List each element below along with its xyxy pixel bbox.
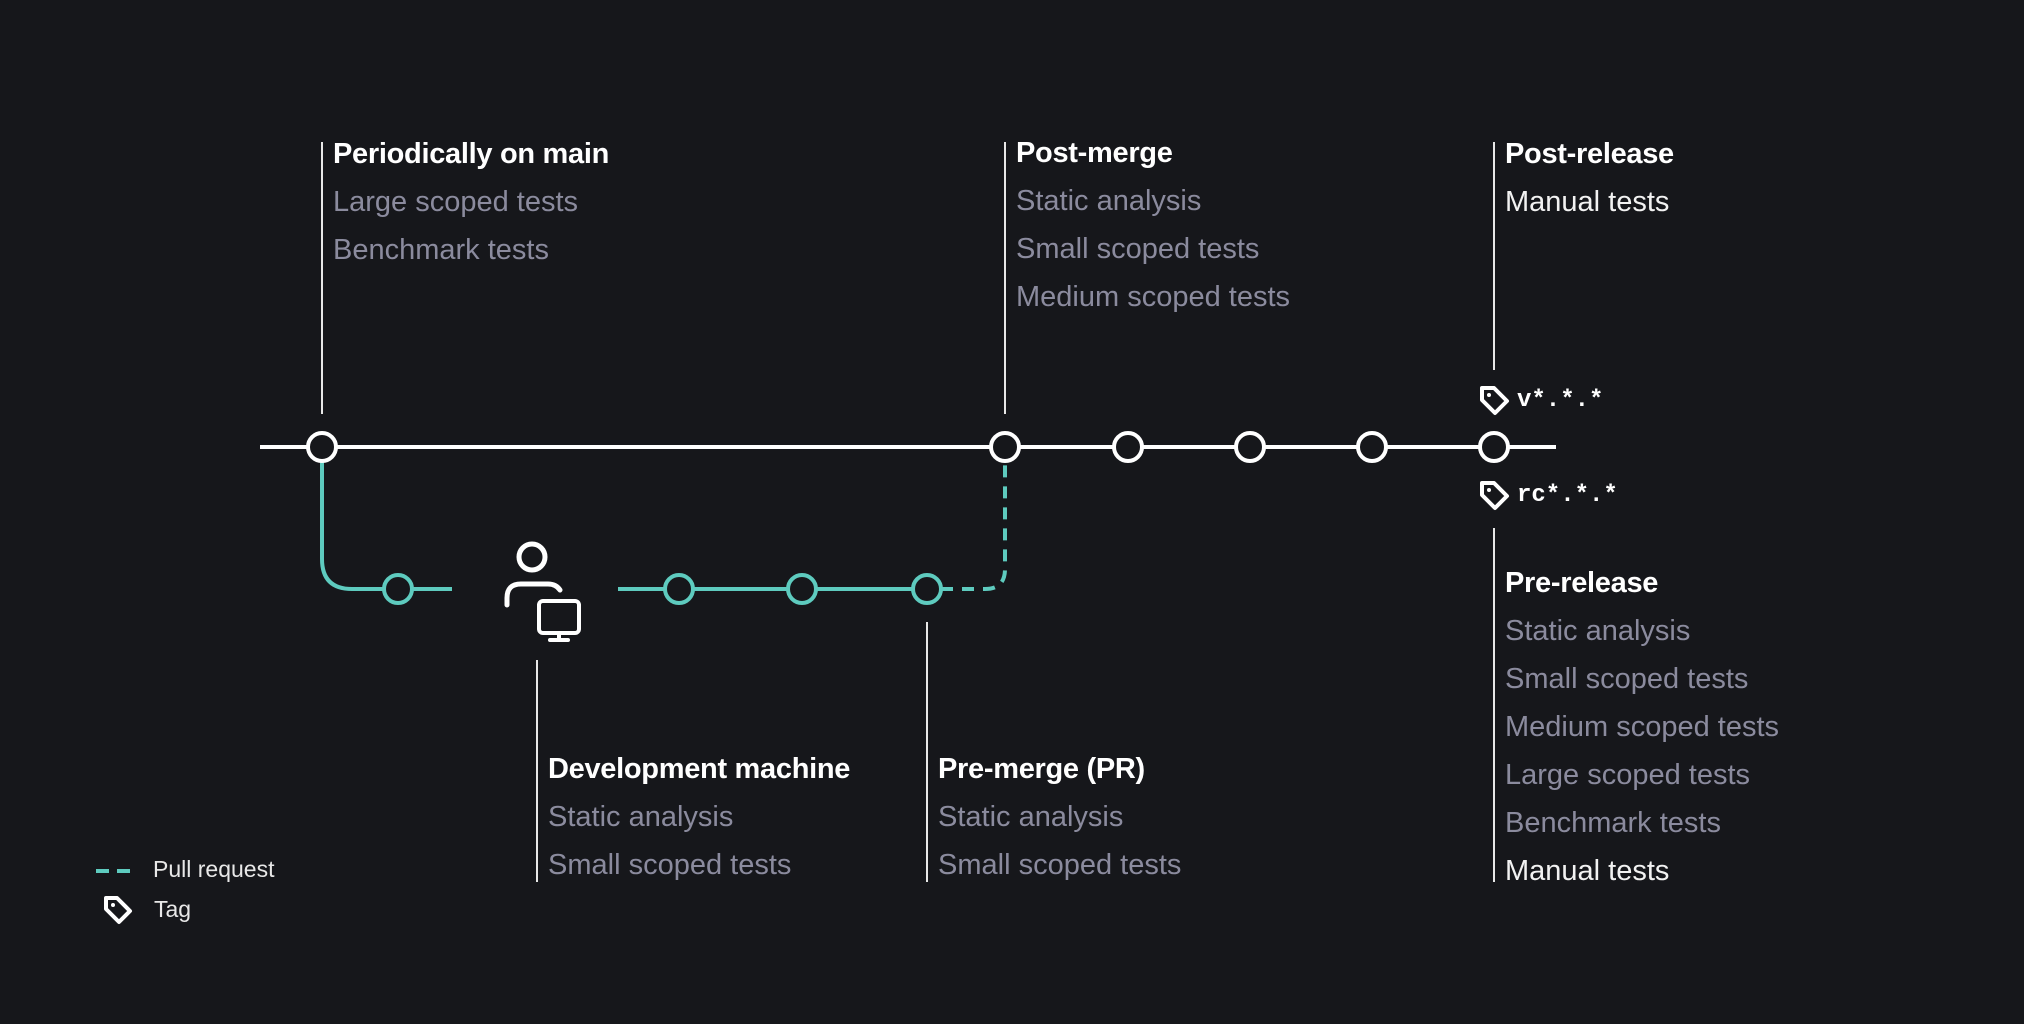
stage-development-machine: Development machine Static analysis Smal… xyxy=(548,745,850,889)
tag-label-release: v*.*.* xyxy=(1517,387,1604,414)
legend-pull-request-label: Pull request xyxy=(153,856,275,882)
test-item: Small scoped tests xyxy=(548,849,792,881)
commit-node-main xyxy=(306,431,338,463)
test-item: Benchmark tests xyxy=(1505,807,1721,839)
test-item: Large scoped tests xyxy=(333,186,579,218)
test-item: Small scoped tests xyxy=(938,849,1182,881)
test-item: Benchmark tests xyxy=(333,234,549,266)
stage-title: Pre-release xyxy=(1505,567,1659,599)
stage-pre-release: Pre-release Static analysis Small scoped… xyxy=(1505,559,1779,895)
test-item: Static analysis xyxy=(1505,615,1691,647)
test-item: Manual tests xyxy=(1505,186,1670,218)
test-item: Small scoped tests xyxy=(1016,233,1260,265)
commit-node-main xyxy=(1234,431,1266,463)
test-item: Static analysis xyxy=(548,801,734,833)
tag-icon xyxy=(1480,481,1509,510)
stage-title: Post-release xyxy=(1505,138,1674,170)
commit-node-pr xyxy=(382,573,414,605)
tag-label-release-candidate: rc*.*.* xyxy=(1517,482,1618,509)
stage-title: Periodically on main xyxy=(333,138,610,170)
commit-node-main xyxy=(1356,431,1388,463)
stage-post-merge: Post-merge Static analysis Small scoped … xyxy=(1016,129,1290,321)
test-item: Static analysis xyxy=(938,801,1124,833)
test-item: Small scoped tests xyxy=(1505,663,1749,695)
pr-branch-curve xyxy=(320,461,452,591)
developer-at-computer-icon xyxy=(504,541,581,642)
commit-node-main xyxy=(1112,431,1144,463)
test-item: Medium scoped tests xyxy=(1505,711,1780,743)
tag-icon xyxy=(1480,386,1509,415)
pr-merge-dashed-path xyxy=(941,461,1007,591)
test-item: Manual tests xyxy=(1505,855,1670,887)
commit-node-pr xyxy=(663,573,695,605)
legend-tag-label: Tag xyxy=(154,896,192,922)
stage-pre-merge: Pre-merge (PR) Static analysis Small sco… xyxy=(938,745,1181,889)
test-item: Large scoped tests xyxy=(1505,759,1751,791)
stage-periodically-on-main: Periodically on main Large scoped tests … xyxy=(333,130,609,274)
stage-post-release: Post-release Manual tests xyxy=(1505,130,1674,226)
commit-node-release xyxy=(1478,431,1510,463)
test-item: Medium scoped tests xyxy=(1016,281,1291,313)
commit-node-pr xyxy=(786,573,818,605)
test-item: Static analysis xyxy=(1016,185,1202,217)
legend-tag-icon xyxy=(104,896,132,924)
stage-title: Post-merge xyxy=(1016,137,1173,169)
stage-title: Development machine xyxy=(548,753,851,785)
commit-node-main xyxy=(989,431,1021,463)
stage-title: Pre-merge (PR) xyxy=(938,753,1145,785)
commit-node-pr xyxy=(911,573,943,605)
